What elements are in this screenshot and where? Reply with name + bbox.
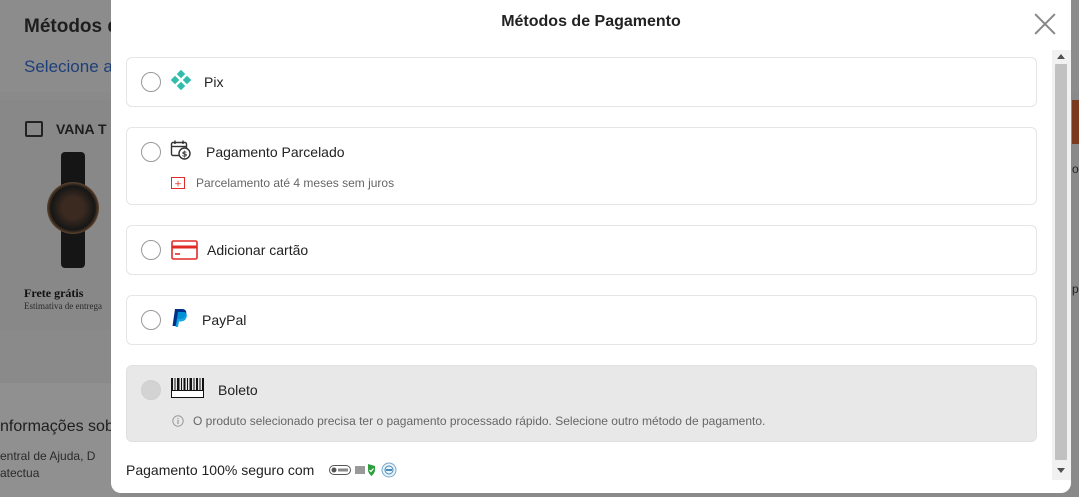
option-label: Pix [204, 74, 224, 90]
security-badges [329, 462, 397, 478]
radio-button[interactable] [141, 142, 161, 162]
option-sublabel: Parcelamento até 4 meses sem juros [196, 176, 395, 190]
background-shipping: Frete grátis [24, 286, 84, 300]
boleto-barcode-icon [171, 378, 204, 398]
pix-icon [171, 70, 191, 90]
security-badge-icon [329, 465, 351, 475]
payment-option-pix[interactable]: Pix [126, 57, 1037, 107]
watch-face [47, 182, 99, 234]
seal-badge-icon [381, 462, 397, 478]
background-info-line: entral de Ajuda, D [0, 449, 96, 463]
radio-button[interactable] [141, 72, 161, 92]
option-label: PayPal [202, 312, 247, 328]
radio-button [141, 380, 161, 400]
modal-scrollbar[interactable] [1052, 50, 1071, 480]
secure-payment-text: Pagamento 100% seguro com [126, 462, 315, 478]
payment-option-installments[interactable]: $ Pagamento Parcelado + Parcelamento até… [126, 127, 1037, 205]
credit-card-icon [171, 240, 198, 260]
payment-option-paypal[interactable]: PayPal [126, 295, 1037, 345]
background-select-link: Selecione a [24, 57, 113, 76]
radio-button[interactable] [141, 310, 161, 330]
background-title: Métodos d [24, 16, 119, 37]
store-icon [25, 121, 43, 137]
option-sublabel: O produto selecionado precisa ter o paga… [193, 414, 766, 428]
option-label: Boleto [218, 382, 258, 398]
paypal-icon [172, 309, 187, 327]
payment-option-add-card[interactable]: Adicionar cartão [126, 225, 1037, 275]
shield-badge-icon [355, 464, 375, 476]
background-info-line: atectua [0, 466, 40, 480]
scroll-thumb[interactable] [1055, 64, 1067, 460]
modal-title: Métodos de Pagamento [501, 13, 681, 30]
scroll-down-arrow-icon[interactable] [1057, 468, 1065, 473]
background-store-name: VANA T [56, 121, 107, 137]
background-right-text: p [1072, 282, 1079, 296]
option-label: Pagamento Parcelado [206, 144, 345, 160]
background-right-accent [1072, 100, 1079, 144]
payment-option-boleto: Boleto O produto selecionado precisa ter… [126, 365, 1037, 442]
payment-methods-modal: Métodos de Pagamento Pix $ Pagamento Par… [111, 0, 1071, 493]
installment-badge-icon: + [171, 177, 185, 189]
background-right-text: o [1072, 162, 1079, 176]
product-image [45, 152, 100, 268]
svg-text:+: + [174, 180, 182, 190]
background-info-title: nformações sob [0, 418, 114, 435]
option-label: Adicionar cartão [207, 242, 309, 258]
scroll-up-arrow-icon[interactable] [1057, 54, 1065, 59]
installment-calendar-icon: $ [170, 140, 191, 160]
info-icon [172, 415, 184, 427]
radio-button[interactable] [141, 240, 161, 260]
close-icon[interactable] [1033, 12, 1057, 36]
background-shipping-sub: Estimativa de entrega [24, 301, 102, 311]
svg-text:$: $ [182, 150, 188, 159]
